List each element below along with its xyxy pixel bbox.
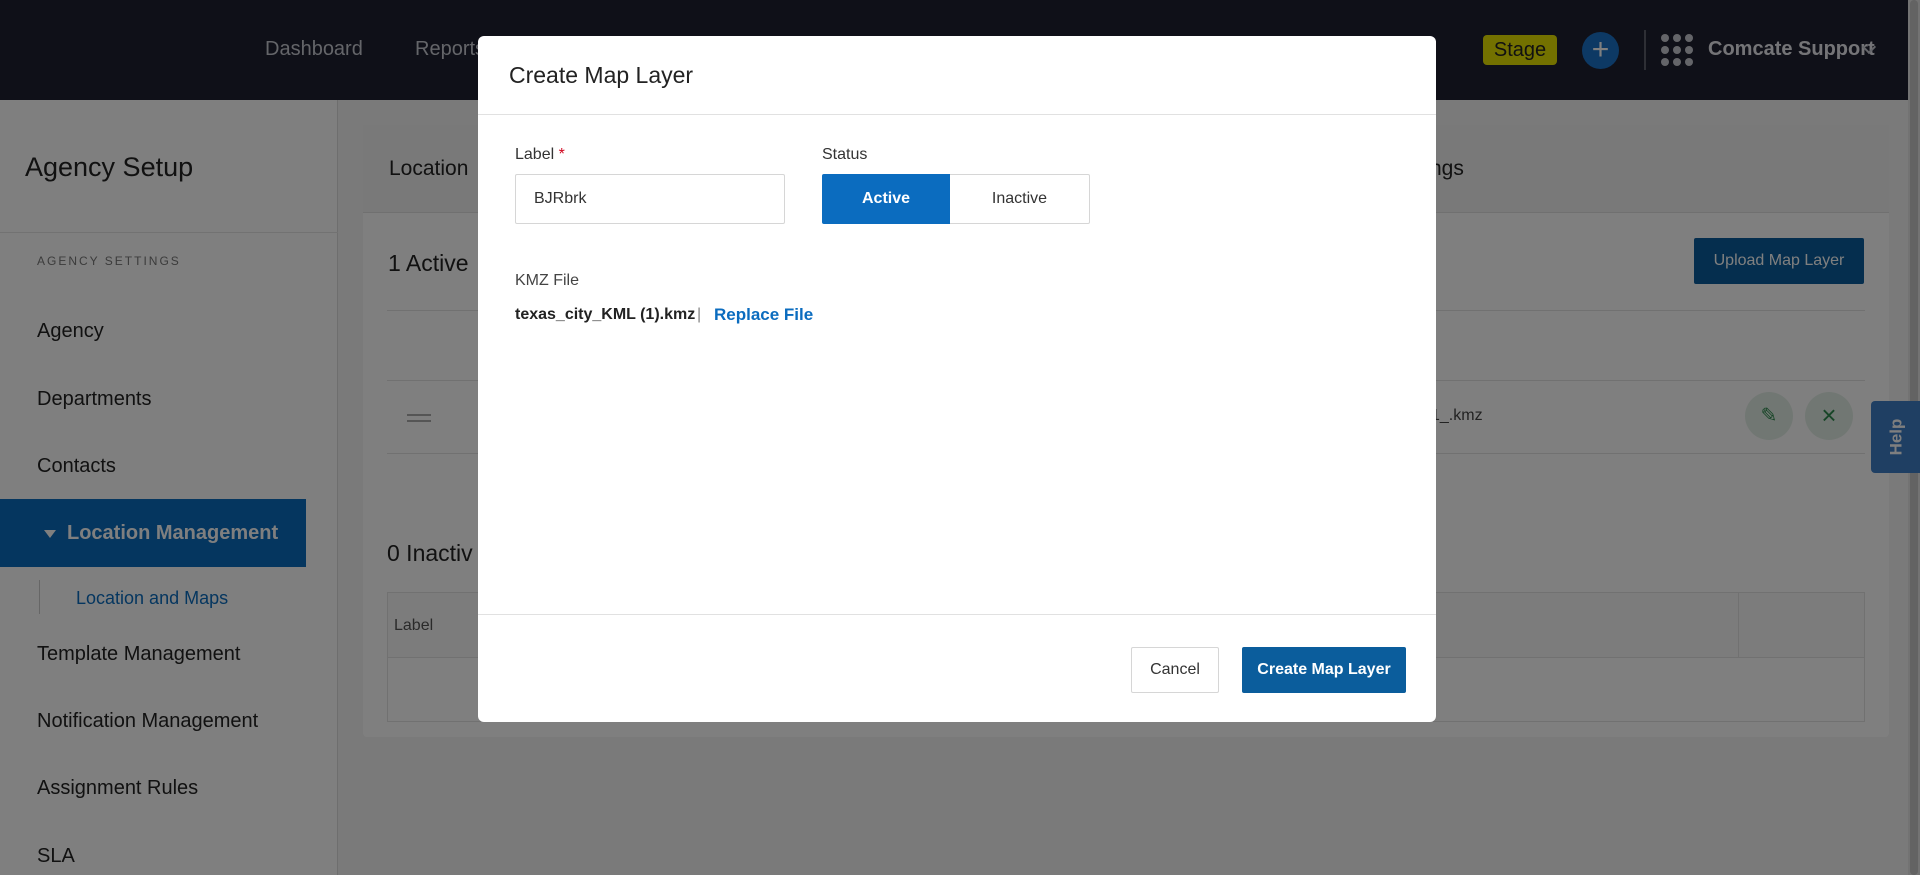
status-field-label: Status <box>822 146 868 163</box>
modal-title: Create Map Layer <box>509 62 694 88</box>
cancel-button[interactable]: Cancel <box>1131 647 1219 693</box>
label-field-label: Label * <box>515 146 565 163</box>
status-active-toggle[interactable]: Active <box>822 174 950 224</box>
create-map-layer-modal: Create Map Layer Label * Status Active I… <box>478 36 1436 722</box>
replace-file-link[interactable]: Replace File <box>714 305 813 325</box>
kmz-file-name: texas_city_KML (1).kmz <box>515 306 696 323</box>
modal-divider <box>478 114 1436 115</box>
label-input[interactable] <box>515 174 785 224</box>
kmz-file-label: KMZ File <box>515 272 579 289</box>
kmz-separator: | <box>697 306 702 323</box>
status-inactive-toggle[interactable]: Inactive <box>950 174 1090 224</box>
modal-divider <box>478 614 1436 615</box>
create-map-layer-button[interactable]: Create Map Layer <box>1242 647 1406 693</box>
required-marker: * <box>558 146 565 163</box>
